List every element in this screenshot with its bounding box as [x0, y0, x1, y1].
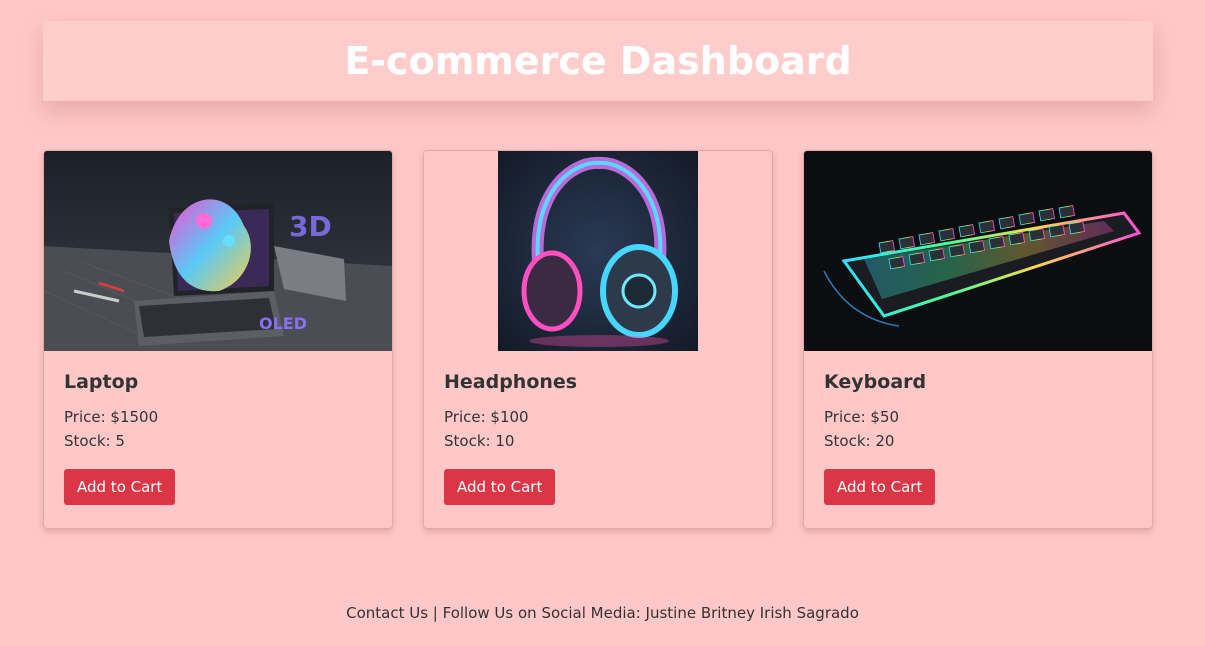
add-to-cart-button[interactable]: Add to Cart: [444, 469, 556, 505]
product-name: Laptop: [64, 371, 139, 393]
page-title: E-commerce Dashboard: [344, 39, 852, 83]
product-stock: Stock: 20: [824, 432, 895, 450]
product-price: Price: $100: [444, 408, 529, 426]
laptop-image: 3D OLED: [44, 151, 392, 351]
product-name: Headphones: [444, 371, 578, 393]
page-header: E-commerce Dashboard: [43, 21, 1153, 101]
product-stock: Stock: 10: [444, 432, 515, 450]
headphones-image: [424, 151, 772, 351]
footer-text: Contact Us | Follow Us on Social Media: …: [346, 604, 859, 622]
product-card-headphones: Headphones Price: $100 Stock: 10 Add to …: [423, 150, 773, 529]
product-card-keyboard: Keyboard Price: $50 Stock: 20 Add to Car…: [803, 150, 1153, 529]
add-to-cart-button[interactable]: Add to Cart: [64, 469, 176, 505]
svg-text:OLED: OLED: [259, 314, 307, 333]
add-to-cart-button[interactable]: Add to Cart: [824, 469, 936, 505]
product-price: Price: $50: [824, 408, 900, 426]
footer: Contact Us | Follow Us on Social Media: …: [0, 604, 1205, 622]
product-price: Price: $1500: [64, 408, 159, 426]
keyboard-image: [804, 151, 1152, 351]
product-name: Keyboard: [824, 371, 927, 393]
product-stock: Stock: 5: [64, 432, 125, 450]
product-card-laptop: 3D OLED Laptop Price: $1500 Stock: 5 Add…: [43, 150, 393, 529]
svg-text:3D: 3D: [289, 210, 332, 243]
